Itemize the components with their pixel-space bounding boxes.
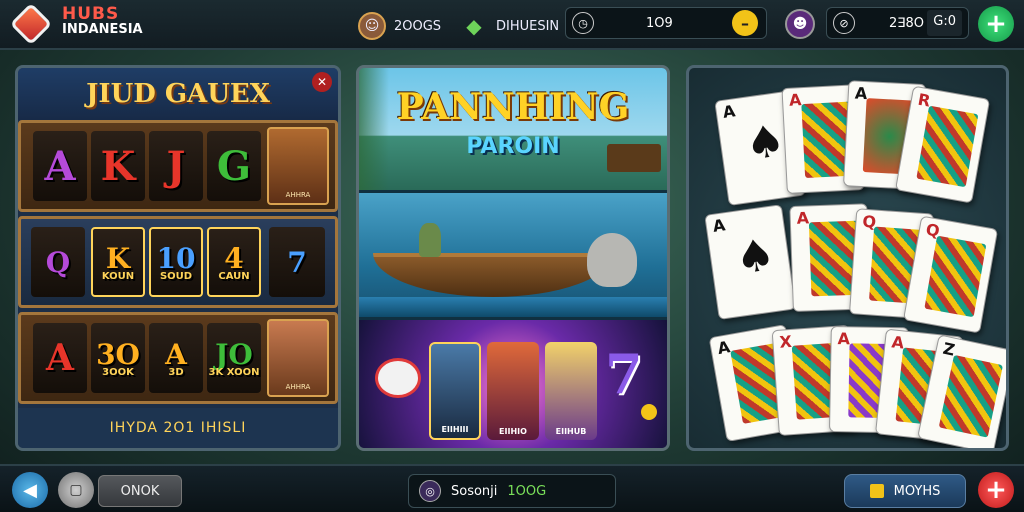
reel-row-3: A 3O 3OOK A 3D JO 3K XOON AHHRA	[18, 312, 338, 404]
menu-button[interactable]: ▢	[58, 472, 94, 508]
playing-card: R	[895, 85, 991, 204]
settings-icon: ◎	[419, 480, 441, 502]
slot-symbol: 3O 3OOK	[91, 323, 145, 393]
stat-players: ☺ 2OOGS	[358, 12, 441, 40]
game-banners-panel: PANNHING PAROIN EIIHIII EIIHIO EIIHUB 7	[356, 65, 670, 451]
reel-row-2: Q K KOUN 10 SOUD 4 CAUN 7	[18, 216, 338, 308]
man-portrait: AHHRA	[267, 319, 329, 397]
mascot-icon	[375, 358, 421, 398]
clock-icon: ◷	[572, 12, 594, 34]
slot-symbol: 10 SOUD	[149, 227, 203, 297]
slot-game-footer: IHYDA 2O1 IHISLI	[18, 408, 338, 448]
portrait-label: AHHRA	[285, 383, 311, 391]
slot-symbol: G	[207, 131, 261, 201]
card-game-panel[interactable]: A A A R A A Q Q A X A A Z	[686, 65, 1009, 451]
logo-line2: INDANESIA	[62, 22, 143, 37]
back-button[interactable]: ◀	[12, 472, 48, 508]
playing-card: A	[704, 204, 797, 320]
playing-card: Q	[903, 215, 999, 334]
palm-tree-icon	[359, 68, 389, 190]
stat-gems-value: DIHUESIN	[496, 18, 560, 34]
coin-icon: –	[732, 10, 758, 36]
boat-game-banner[interactable]	[359, 193, 667, 317]
score-extra: G:0	[927, 10, 962, 36]
coin-icon	[641, 404, 657, 420]
ok-button[interactable]: ONOK	[98, 475, 182, 507]
banner-title: PANNHING	[396, 86, 630, 128]
slot-symbol: 7	[269, 227, 325, 297]
seal-icon	[587, 233, 637, 287]
slot-symbol: J	[149, 131, 203, 201]
lucky-seven-icon: 7	[605, 342, 643, 406]
target-icon: ⊘	[833, 12, 855, 34]
stat-gems: ◆ DIHUESIN	[460, 12, 559, 40]
slot-game-panel[interactable]: JIUD GAUEX ✕ A K J G AHHRA Q K KOUN 10 SOU…	[15, 65, 341, 451]
character-card: EIIHIO	[487, 342, 539, 440]
balance-pill[interactable]: ◷ 1O9 –	[565, 7, 767, 39]
slot-symbol: Q	[31, 227, 85, 297]
character-card: EIIHUB	[545, 342, 597, 440]
hut-icon	[607, 144, 661, 172]
profile-icon[interactable]: ☻	[785, 9, 815, 39]
characters-game-banner[interactable]: EIIHIII EIIHIO EIIHUB 7	[359, 320, 667, 448]
status-value: 1OOG	[507, 483, 547, 499]
stat-players-value: 2OOGS	[394, 18, 442, 34]
portrait-label: AHHRA	[285, 191, 311, 199]
fishing-game-banner[interactable]: PANNHING PAROIN	[359, 68, 667, 190]
slot-symbol: 4 CAUN	[207, 227, 261, 297]
slot-symbol: A	[33, 131, 87, 201]
avatar-icon: ☺	[358, 12, 386, 40]
add-button[interactable]: +	[978, 472, 1014, 508]
character-card: EIIHIII	[429, 342, 481, 440]
gem-icon: ◆	[466, 14, 482, 38]
status-bar: ◎ Sosonji 1OOG	[408, 474, 616, 508]
close-icon[interactable]: ✕	[312, 72, 332, 92]
score-value: 2∃8O	[889, 15, 924, 31]
slot-symbol: A 3D	[149, 323, 203, 393]
slot-symbol: K KOUN	[91, 227, 145, 297]
add-currency-button[interactable]: +	[978, 6, 1014, 42]
slot-symbol: A	[33, 323, 87, 393]
bottom-bar: ◀ ▢ ONOK ◎ Sosonji 1OOG MOYHS +	[0, 464, 1024, 512]
score-pill[interactable]: ⊘ 2∃8O G:0	[826, 7, 969, 39]
fisherman-icon	[419, 223, 441, 257]
logo-icon	[9, 2, 53, 46]
ticket-icon	[869, 484, 884, 498]
top-bar: HUBS INDANESIA ☺ 2OOGS ◆ DIHUESIN ◷ 1O9 …	[0, 0, 1024, 50]
moves-label: MOYHS	[893, 483, 941, 499]
fox-portrait: AHHRA	[267, 127, 329, 205]
balance-value: 1O9	[646, 15, 673, 31]
status-label: Sosonji	[451, 483, 498, 499]
reel-row-1: A K J G AHHRA	[18, 120, 338, 212]
slot-symbol: K	[91, 131, 145, 201]
logo: HUBS INDANESIA	[62, 6, 143, 38]
boat-icon	[373, 253, 613, 297]
slot-game-title: JIUD GAUEX	[18, 68, 338, 120]
water-icon	[359, 297, 667, 317]
slot-symbol: JO 3K XOON	[207, 323, 261, 393]
logo-line1: HUBS	[62, 4, 120, 24]
moves-button[interactable]: MOYHS	[844, 474, 966, 508]
